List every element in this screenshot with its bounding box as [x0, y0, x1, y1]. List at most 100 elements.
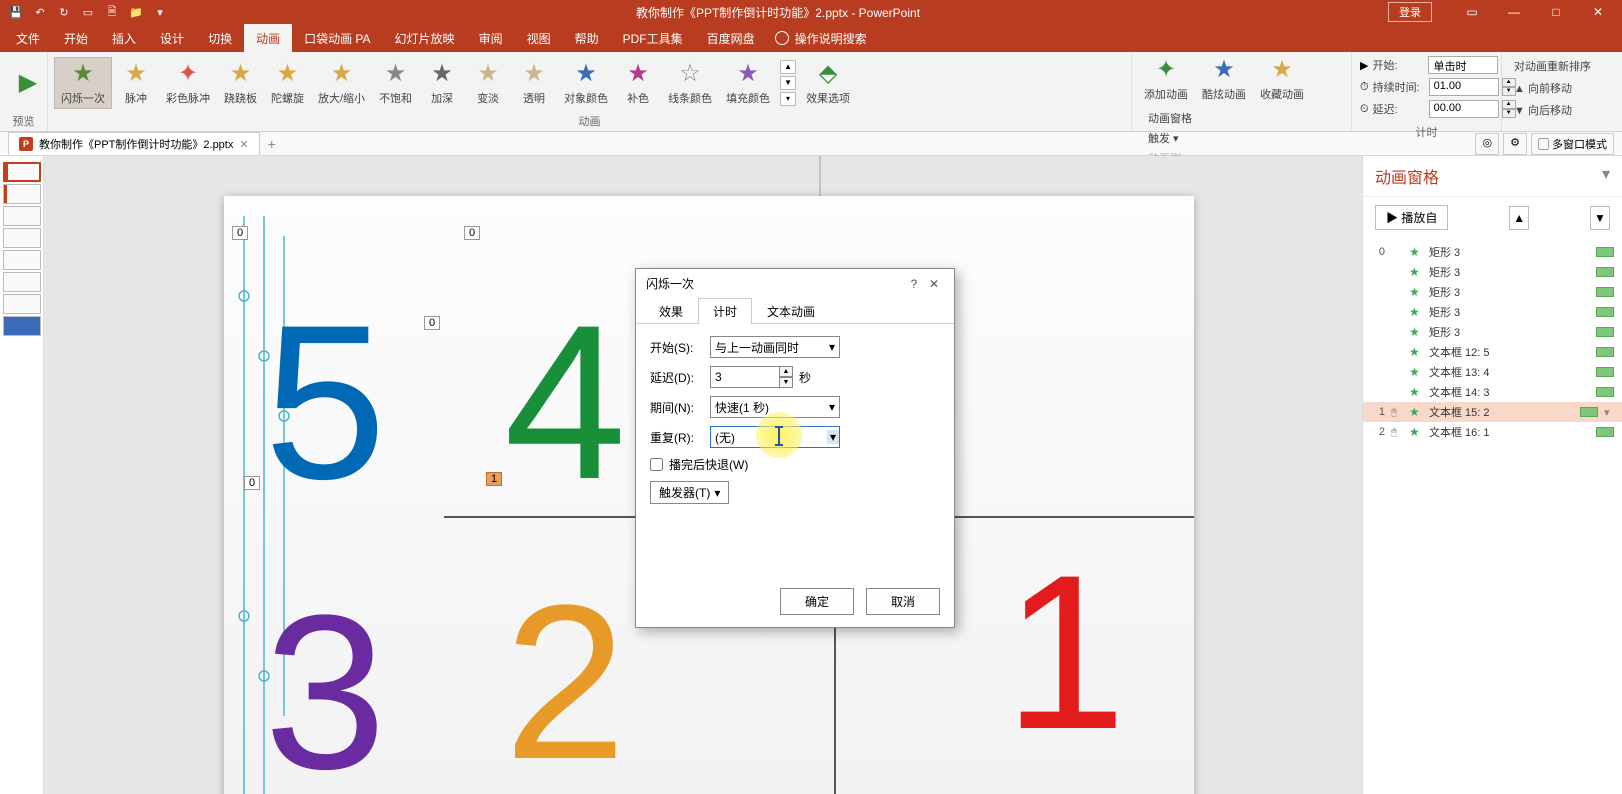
move-later-button[interactable]: ▼ 向后移动 [1510, 100, 1576, 120]
anim-tag[interactable]: 0 [424, 316, 440, 330]
slide-thumb-7[interactable] [3, 294, 41, 314]
trigger-button[interactable]: 触发 ▾ [1142, 128, 1198, 148]
number-3[interactable]: 3 [264, 566, 386, 794]
tab-help[interactable]: 帮助 [563, 24, 611, 53]
ok-button[interactable]: 确定 [780, 588, 854, 615]
anim-transparency[interactable]: ★透明 [512, 58, 556, 108]
anim-teeter[interactable]: ★跷跷板 [218, 58, 263, 108]
minimize-icon[interactable]: — [1494, 1, 1534, 23]
number-1[interactable]: 1 [1004, 526, 1126, 779]
redo-icon[interactable]: ↻ [56, 4, 72, 20]
anim-item[interactable]: 2🖱★文本框 16: 1 [1363, 422, 1622, 442]
anim-fill-color[interactable]: ★填充颜色 [720, 58, 776, 108]
save-icon[interactable]: 💾 [8, 4, 24, 20]
anim-line-color[interactable]: ☆线条颜色 [662, 58, 718, 108]
undo-icon[interactable]: ↶ [32, 4, 48, 20]
aim-icon[interactable]: ◎ [1475, 133, 1499, 155]
anim-lighten[interactable]: ★变淡 [466, 58, 510, 108]
new-slide-icon[interactable]: ▭ [80, 4, 96, 20]
ribbon-options-icon[interactable]: ▭ [1452, 1, 1492, 23]
anim-tag[interactable]: 0 [244, 476, 260, 490]
anim-item[interactable]: ★文本框 14: 3 [1363, 382, 1622, 402]
pane-dropdown-icon[interactable]: ▾ [1602, 164, 1610, 188]
anim-item[interactable]: ★矩形 3 [1363, 262, 1622, 282]
slide-thumb-3[interactable] [3, 206, 41, 226]
spin-down-icon[interactable]: ▼ [779, 377, 793, 388]
tab-effect[interactable]: 效果 [644, 298, 698, 324]
tab-design[interactable]: 设计 [148, 24, 196, 53]
anim-item[interactable]: ★矩形 3 [1363, 282, 1622, 302]
slide-thumb-6[interactable] [3, 272, 41, 292]
tab-insert[interactable]: 插入 [100, 24, 148, 53]
anim-item[interactable]: ★文本框 12: 5 [1363, 342, 1622, 362]
anim-flash-once[interactable]: ★闪烁一次 [54, 57, 112, 109]
help-icon[interactable]: ? [904, 277, 924, 291]
move-up-button[interactable]: ▲ [1509, 206, 1529, 230]
tell-me-search[interactable]: 操作说明搜索 [775, 30, 867, 47]
anim-color-pulse[interactable]: ✦彩色脉冲 [160, 58, 216, 108]
anim-tag[interactable]: 0 [232, 226, 248, 240]
tab-review[interactable]: 审阅 [467, 24, 515, 53]
close-tab-icon[interactable]: ✕ [239, 138, 248, 151]
anim-desaturate[interactable]: ★不饱和 [373, 58, 418, 108]
add-tab-button[interactable]: + [260, 134, 284, 154]
anim-spin[interactable]: ★陀螺旋 [265, 58, 310, 108]
number-5[interactable]: 5 [264, 276, 386, 529]
tab-timing[interactable]: 计时 [698, 298, 752, 324]
effect-options-button[interactable]: ⬘效果选项 [800, 58, 856, 108]
number-2[interactable]: 2 [504, 556, 626, 794]
delay-input[interactable]: 00.00 [1429, 100, 1499, 118]
file-icon[interactable]: 🗎 [104, 4, 120, 20]
tab-transitions[interactable]: 切换 [196, 24, 244, 53]
fav-animation-button[interactable]: ★收藏动画 [1254, 54, 1310, 104]
slide-thumb-1[interactable] [3, 162, 41, 182]
slide-thumb-2[interactable] [3, 184, 41, 204]
dlg-start-combo[interactable]: 与上一动画同时▾ [710, 336, 840, 358]
animation-pane-button[interactable]: 动画窗格 [1142, 108, 1198, 128]
slide-thumb-5[interactable] [3, 250, 41, 270]
close-icon[interactable]: ✕ [1578, 1, 1618, 23]
move-down-button[interactable]: ▼ [1590, 206, 1610, 230]
gallery-more-icon[interactable]: ▾ [780, 92, 796, 106]
play-from-button[interactable]: ▶ 播放自 [1375, 205, 1448, 230]
tab-baidu[interactable]: 百度网盘 [695, 24, 767, 53]
chevron-down-icon[interactable]: ▾ [1604, 406, 1614, 419]
preview-button[interactable]: ▶ [6, 67, 50, 99]
tab-pocket-anim[interactable]: 口袋动画 PA [292, 24, 382, 53]
tab-file[interactable]: 文件 [4, 24, 52, 53]
cool-animation-button[interactable]: ★酷炫动画 [1196, 54, 1252, 104]
anim-darken[interactable]: ★加深 [420, 58, 464, 108]
qat-dropdown-icon[interactable]: ▾ [152, 4, 168, 20]
multi-window-button[interactable]: ▢ 多窗口模式 [1531, 133, 1614, 155]
start-combo[interactable]: 单击时 [1428, 56, 1498, 74]
tab-view[interactable]: 视图 [515, 24, 563, 53]
close-icon[interactable]: ✕ [924, 277, 944, 291]
login-button[interactable]: 登录 [1388, 2, 1432, 22]
add-animation-button[interactable]: ✦添加动画 [1138, 54, 1194, 104]
duration-input[interactable]: 01.00 [1429, 78, 1499, 96]
tab-slideshow[interactable]: 幻灯片放映 [383, 24, 467, 53]
gallery-down-icon[interactable]: ▼ [780, 76, 796, 90]
anim-item[interactable]: ★文本框 13: 4 [1363, 362, 1622, 382]
document-tab[interactable]: P 教你制作《PPT制作倒计时功能》2.pptx ✕ [8, 132, 260, 155]
anim-complementary[interactable]: ★补色 [616, 58, 660, 108]
move-earlier-button[interactable]: ▲ 向前移动 [1510, 78, 1576, 98]
cancel-button[interactable]: 取消 [866, 588, 940, 615]
anim-item[interactable]: 0★矩形 3 [1363, 242, 1622, 262]
slide-thumb-8[interactable] [3, 316, 41, 336]
anim-item-selected[interactable]: 1🖱★文本框 15: 2▾ [1363, 402, 1622, 422]
tab-text-anim[interactable]: 文本动画 [752, 298, 830, 324]
anim-item[interactable]: ★矩形 3 [1363, 302, 1622, 322]
gallery-up-icon[interactable]: ▲ [780, 60, 796, 74]
slide-thumb-4[interactable] [3, 228, 41, 248]
tab-animations[interactable]: 动画 [244, 24, 292, 53]
anim-grow-shrink[interactable]: ★放大/缩小 [312, 58, 371, 108]
dlg-trigger-button[interactable]: 触发器(T) ▾ [650, 481, 729, 504]
dlg-period-combo[interactable]: 快速(1 秒)▾ [710, 396, 840, 418]
anim-item[interactable]: ★矩形 3 [1363, 322, 1622, 342]
number-4[interactable]: 4 [504, 276, 626, 529]
dlg-delay-input[interactable]: 3 [710, 366, 780, 388]
tab-pdf[interactable]: PDF工具集 [611, 24, 695, 53]
anim-pulse[interactable]: ★脉冲 [114, 58, 158, 108]
anim-tag[interactable]: 0 [464, 226, 480, 240]
